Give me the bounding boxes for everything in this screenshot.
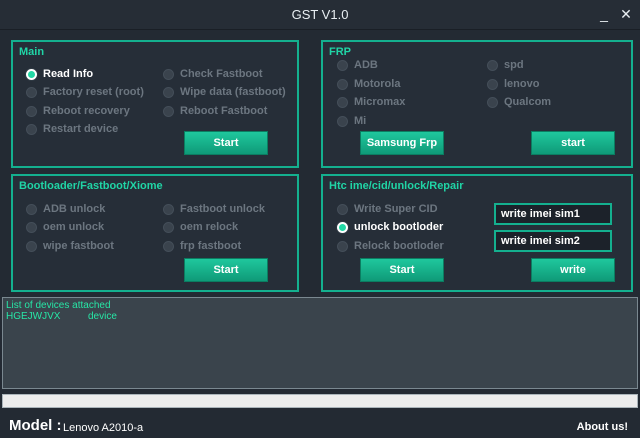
radio-label: Factory reset (root) [43,86,144,98]
radio-frp-lenovo[interactable]: lenovo [487,76,539,92]
radio-icon [26,105,37,117]
radio-icon [26,203,37,215]
frp-panel: FRP ADB Motorola Micromax Mi spd lenovo … [321,40,633,168]
htc-panel: Htc ime/cid/unlock/Repair Write Super CI… [321,174,633,292]
radio-frp-spd[interactable]: spd [487,57,524,73]
radio-label: Reboot Fastboot [180,105,268,117]
radio-icon [163,105,174,117]
radio-frp-mi[interactable]: Mi [337,113,366,129]
about-us-link[interactable]: About us! [577,421,628,433]
radio-relock-bootloader[interactable]: Relock bootloder [337,238,444,254]
bootloader-panel-title: Bootloader/Fastboot/Xiome [19,180,163,192]
radio-frp-motorola[interactable]: Motorola [337,76,400,92]
radio-adb-unlock[interactable]: ADB unlock [26,201,105,217]
radio-reboot-fastboot[interactable]: Reboot Fastboot [163,103,267,119]
radio-label: Motorola [354,78,401,90]
radio-oem-unlock[interactable]: oem unlock [26,219,104,235]
window-title: GST V1.0 [291,7,349,22]
radio-icon [163,203,174,215]
radio-label: Fastboot unlock [180,203,265,215]
radio-write-super-cid[interactable]: Write Super CID [337,201,438,217]
main-panel-title: Main [19,46,45,58]
model-label: Model : [9,417,62,434]
radio-wipe-fastboot[interactable]: wipe fastboot [26,238,114,254]
title-bar: GST V1.0 _ ✕ [0,0,640,30]
htc-start-button[interactable]: Start [360,258,444,282]
radio-fastboot-unlock[interactable]: Fastboot unlock [163,201,265,217]
radio-wipe-data-fastboot[interactable]: Wipe data (fastboot) [163,84,286,100]
main-panel: Main Read Info Factory reset (root) Rebo… [11,40,299,168]
radio-label: Read Info [43,68,94,80]
radio-icon [337,240,348,252]
radio-label: ADB unlock [43,203,106,215]
radio-label: Restart device [43,123,119,135]
radio-label: Qualcom [504,96,552,108]
frp-start-button[interactable]: start [531,131,615,155]
device-state: device [88,311,117,322]
radio-frp-fastboot[interactable]: frp fastboot [163,238,241,254]
bootloader-start-button[interactable]: Start [184,258,268,282]
progress-bar [2,394,638,408]
radio-oem-relock[interactable]: oem relock [163,219,238,235]
radio-label: lenovo [504,78,540,90]
log-device-line: HGEJWJVX device [6,311,634,322]
radio-factory-reset-root[interactable]: Factory reset (root) [26,84,144,100]
radio-icon [487,59,498,71]
radio-icon [26,221,37,233]
radio-label: Micromax [354,96,406,108]
log-header-line: List of devices attached [6,300,111,311]
radio-icon [163,240,174,252]
radio-restart-device[interactable]: Restart device [26,121,118,137]
imei-sim1-field[interactable]: write imei sim1 [494,203,612,225]
radio-label: Wipe data (fastboot) [180,86,286,98]
main-start-button[interactable]: Start [184,131,268,155]
radio-label: oem unlock [43,221,105,233]
radio-label: Write Super CID [354,203,438,215]
radio-frp-micromax[interactable]: Micromax [337,94,405,110]
radio-icon [487,96,498,108]
samsung-frp-button[interactable]: Samsung Frp [360,131,444,155]
close-icon[interactable]: ✕ [618,6,634,22]
radio-label: ADB [354,59,378,71]
minimize-icon[interactable]: _ [596,6,612,22]
radio-icon [163,221,174,233]
radio-icon [26,86,37,98]
htc-panel-title: Htc ime/cid/unlock/Repair [329,180,464,192]
write-button[interactable]: write [531,258,615,282]
radio-label: Mi [354,115,367,127]
status-bar: Model : Lenovo A2010-a About us! [0,414,640,438]
radio-label: Check Fastboot [180,68,263,80]
radio-icon [337,203,348,215]
radio-frp-adb[interactable]: ADB [337,57,378,73]
imei-sim2-field[interactable]: write imei sim2 [494,230,612,252]
model-value: Lenovo A2010-a [63,422,144,434]
radio-label: oem relock [180,221,239,233]
radio-icon [337,59,348,71]
radio-label: Relock bootloder [354,240,444,252]
radio-selected-icon [337,221,348,233]
radio-icon [337,96,348,108]
bootloader-panel: Bootloader/Fastboot/Xiome ADB unlock oem… [11,174,299,292]
radio-icon [163,86,174,98]
radio-unlock-bootloader[interactable]: unlock bootloder [337,219,443,235]
device-log[interactable]: List of devices attached HGEJWJVX device [2,297,638,389]
radio-frp-qualcom[interactable]: Qualcom [487,94,551,110]
radio-label: unlock bootloder [354,221,444,233]
radio-icon [337,115,348,127]
radio-icon [337,78,348,90]
radio-icon [26,123,37,135]
radio-label: Reboot recovery [43,105,130,117]
radio-selected-icon [26,68,37,80]
radio-read-info[interactable]: Read Info [26,66,93,82]
radio-label: spd [504,59,524,71]
radio-reboot-recovery[interactable]: Reboot recovery [26,103,130,119]
radio-icon [26,240,37,252]
radio-icon [487,78,498,90]
device-serial: HGEJWJVX [6,311,61,322]
radio-label: frp fastboot [180,240,242,252]
radio-check-fastboot[interactable]: Check Fastboot [163,66,263,82]
radio-label: wipe fastboot [43,240,114,252]
radio-icon [163,68,174,80]
